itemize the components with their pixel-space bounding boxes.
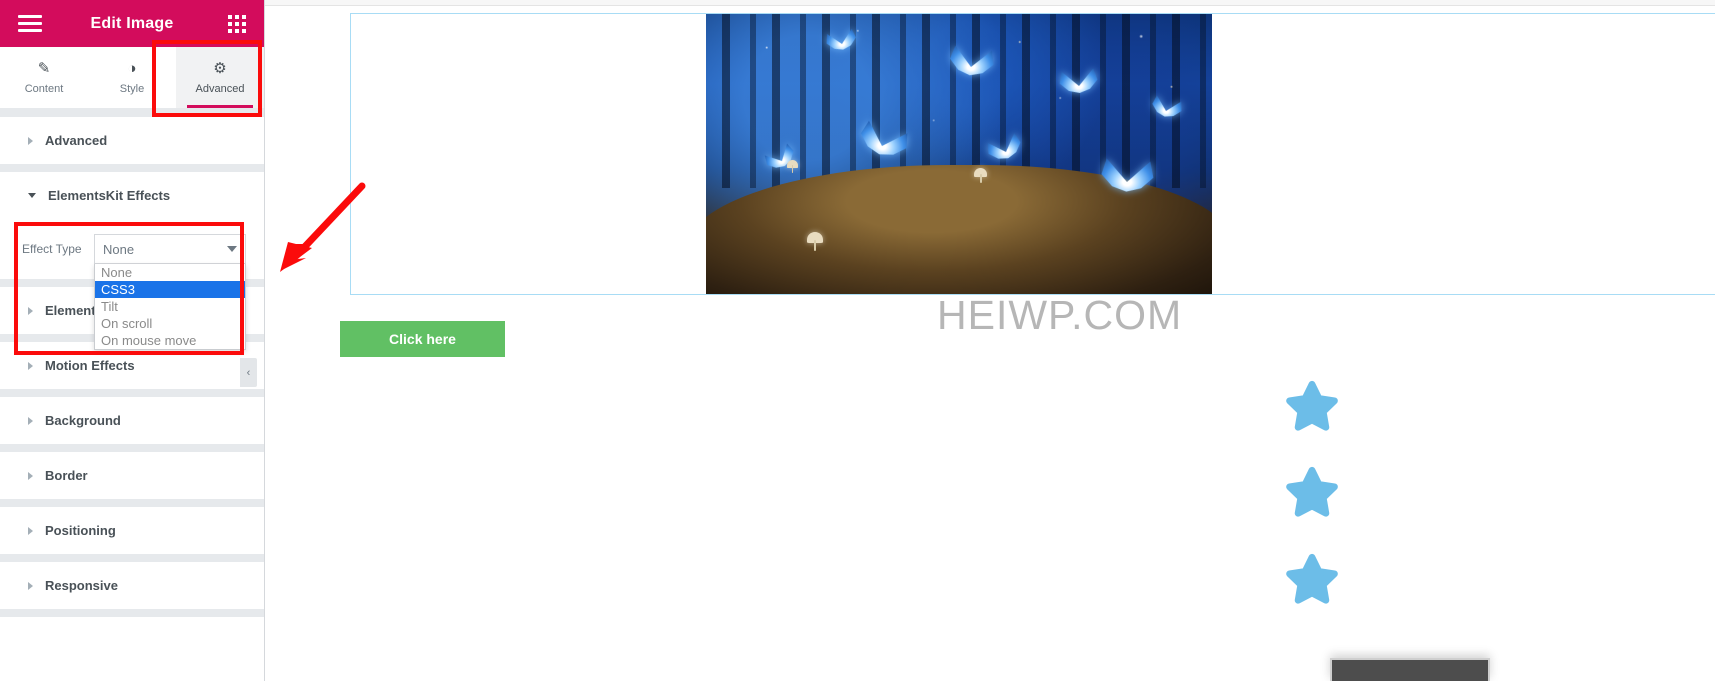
effect-type-select[interactable]: None: [94, 234, 246, 264]
divider: [0, 444, 264, 452]
butterfly-icon: [946, 45, 995, 89]
divider: [0, 389, 264, 397]
option-none[interactable]: None: [95, 264, 245, 281]
mushroom-icon: [974, 168, 988, 183]
section-elementskit-effects-label: ElementsKit Effects: [48, 188, 171, 203]
section-responsive[interactable]: Responsive: [0, 562, 264, 609]
chevron-right-icon: [28, 581, 33, 590]
image-widget-container[interactable]: [350, 13, 1715, 295]
preview-canvas: HEIWP.COM Click here: [265, 0, 1715, 681]
editor-panel: Edit Image ✎ Content ◑ Style ⚙ Advanced …: [0, 0, 265, 681]
chevron-down-icon: [28, 193, 36, 198]
bottom-toolbar-stub[interactable]: [1330, 658, 1490, 681]
option-on-mouse-move[interactable]: On mouse move: [95, 332, 245, 349]
divider: [0, 109, 264, 117]
star-icon: [1286, 466, 1338, 517]
grid-apps-icon[interactable]: [228, 14, 246, 33]
tab-content[interactable]: ✎ Content: [0, 47, 88, 108]
panel-collapse-handle[interactable]: ‹: [240, 358, 257, 387]
section-advanced-label: Advanced: [45, 133, 108, 148]
tab-advanced-label: Advanced: [195, 83, 245, 95]
chevron-right-icon: [28, 526, 33, 535]
section-motion-effects-label: Motion Effects: [45, 358, 135, 373]
divider: [0, 609, 264, 617]
effect-type-options-list: None CSS3 Tilt On scroll On mouse move: [94, 264, 246, 350]
section-border-label: Border: [45, 468, 88, 483]
effect-type-control-row: Effect Type None None CSS3 Tilt On scrol…: [0, 219, 264, 350]
chevron-right-icon: [28, 471, 33, 480]
butterfly-icon: [1059, 68, 1100, 104]
option-tilt[interactable]: Tilt: [95, 298, 245, 315]
tab-style-label: Style: [119, 83, 145, 95]
section-background[interactable]: Background: [0, 397, 264, 444]
section-elementskit-effects[interactable]: ElementsKit Effects: [0, 172, 264, 219]
section-background-label: Background: [45, 413, 121, 428]
tab-style[interactable]: ◑ Style: [88, 47, 176, 108]
chevron-left-icon: ‹: [246, 366, 251, 379]
section-element-label: Element: [45, 303, 96, 318]
canvas-top-strip: [265, 0, 1715, 6]
app-root: Edit Image ✎ Content ◑ Style ⚙ Advanced …: [0, 0, 1715, 681]
divider: [0, 554, 264, 562]
panel-tabs: ✎ Content ◑ Style ⚙ Advanced: [0, 47, 264, 109]
chevron-right-icon: [28, 416, 33, 425]
panel-header: Edit Image: [0, 0, 264, 47]
divider: [0, 499, 264, 507]
chevron-right-icon: [28, 361, 33, 370]
chevron-down-icon: [227, 246, 237, 252]
section-advanced[interactable]: Advanced: [0, 117, 264, 164]
section-responsive-label: Responsive: [45, 578, 118, 593]
tab-advanced[interactable]: ⚙ Advanced: [176, 47, 264, 108]
panel-title: Edit Image: [90, 14, 174, 32]
watermark-text: HEIWP.COM: [937, 292, 1183, 338]
section-positioning-label: Positioning: [45, 523, 116, 538]
option-on-scroll[interactable]: On scroll: [95, 315, 245, 332]
option-css3[interactable]: CSS3: [95, 281, 245, 298]
butterfly-icon: [1099, 158, 1154, 206]
gear-icon: ⚙: [213, 60, 227, 77]
pencil-icon: ✎: [37, 60, 51, 77]
divider: [0, 164, 264, 172]
effect-type-value: None: [103, 241, 135, 257]
star-icon: [1286, 553, 1338, 604]
mushroom-icon: [786, 159, 798, 173]
section-positioning[interactable]: Positioning: [0, 507, 264, 554]
effect-type-label: Effect Type: [22, 242, 82, 256]
effect-type-select-wrapper: None None CSS3 Tilt On scroll On mouse m…: [94, 234, 246, 350]
tab-content-label: Content: [24, 83, 64, 95]
star-icon: [1286, 380, 1338, 431]
chevron-right-icon: [28, 306, 33, 315]
click-here-button[interactable]: Click here: [340, 321, 505, 357]
section-border[interactable]: Border: [0, 452, 264, 499]
contrast-icon: ◑: [127, 60, 137, 77]
chevron-right-icon: [28, 136, 33, 145]
mushroom-icon: [807, 232, 824, 251]
butterflies-forest-image[interactable]: [706, 14, 1212, 294]
